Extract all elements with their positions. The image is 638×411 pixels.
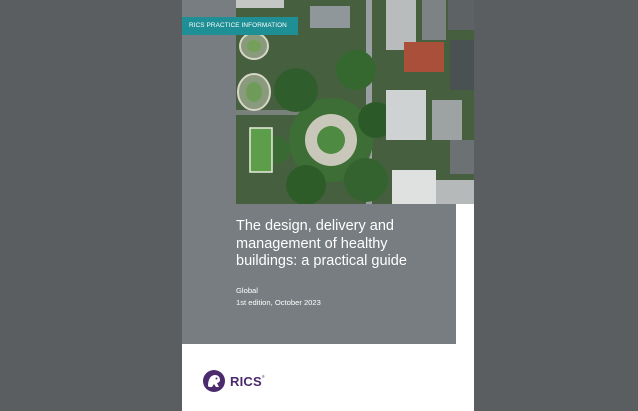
document-title: The design, delivery and management of h… [236,218,407,269]
practice-information-tab: RICS PRACTICE INFORMATION [182,17,298,35]
registered-mark: ® [261,373,266,379]
document-viewer: RICS PRACTICE INFORMATION The design, de… [0,0,638,411]
rics-logo: RICS® [202,369,265,393]
cover-page: RICS PRACTICE INFORMATION The design, de… [182,0,474,411]
document-region: Global [236,286,258,295]
document-edition: 1st edition, October 2023 [236,298,321,307]
brand-name: RICS [230,373,262,389]
rics-wordmark: RICS® [230,374,265,389]
rics-lion-logo-icon [203,370,225,392]
